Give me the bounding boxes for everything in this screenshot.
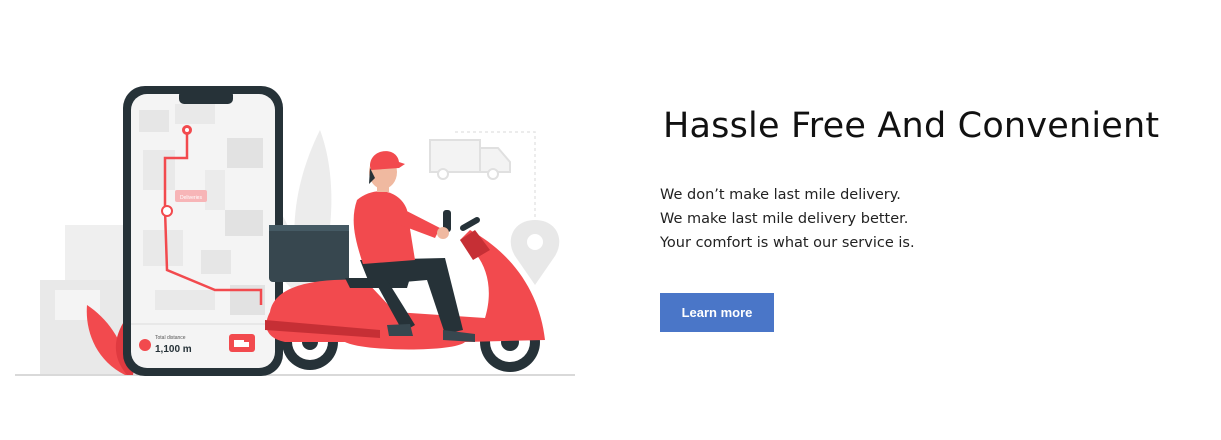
hero-section: Deliveries Total distance 1,100 m Hassle… [0,0,1221,440]
delivery-truck-icon [429,139,511,180]
body-line-3: Your comfort is what our service is. [660,235,915,251]
body-text: We don’t make last mile delivery. We mak… [660,183,1205,255]
delivery-box [269,225,349,282]
distance-value: 1,100 m [155,344,192,355]
map-label: Deliveries [180,195,202,201]
headline: Hassle Free And Convenient [663,106,1160,146]
phone-illustration: Deliveries Total distance 1,100 m [123,86,283,376]
distance-caption: Total distance [155,335,186,341]
learn-more-button[interactable]: Learn more [660,293,774,332]
body-line-1: We don’t make last mile delivery. [660,187,901,203]
hero-content: Hassle Free And Convenient We don’t make… [660,102,1205,332]
body-line-2: We make last mile delivery better. [660,211,909,227]
delivery-illustration: Deliveries Total distance 1,100 m [15,80,580,380]
